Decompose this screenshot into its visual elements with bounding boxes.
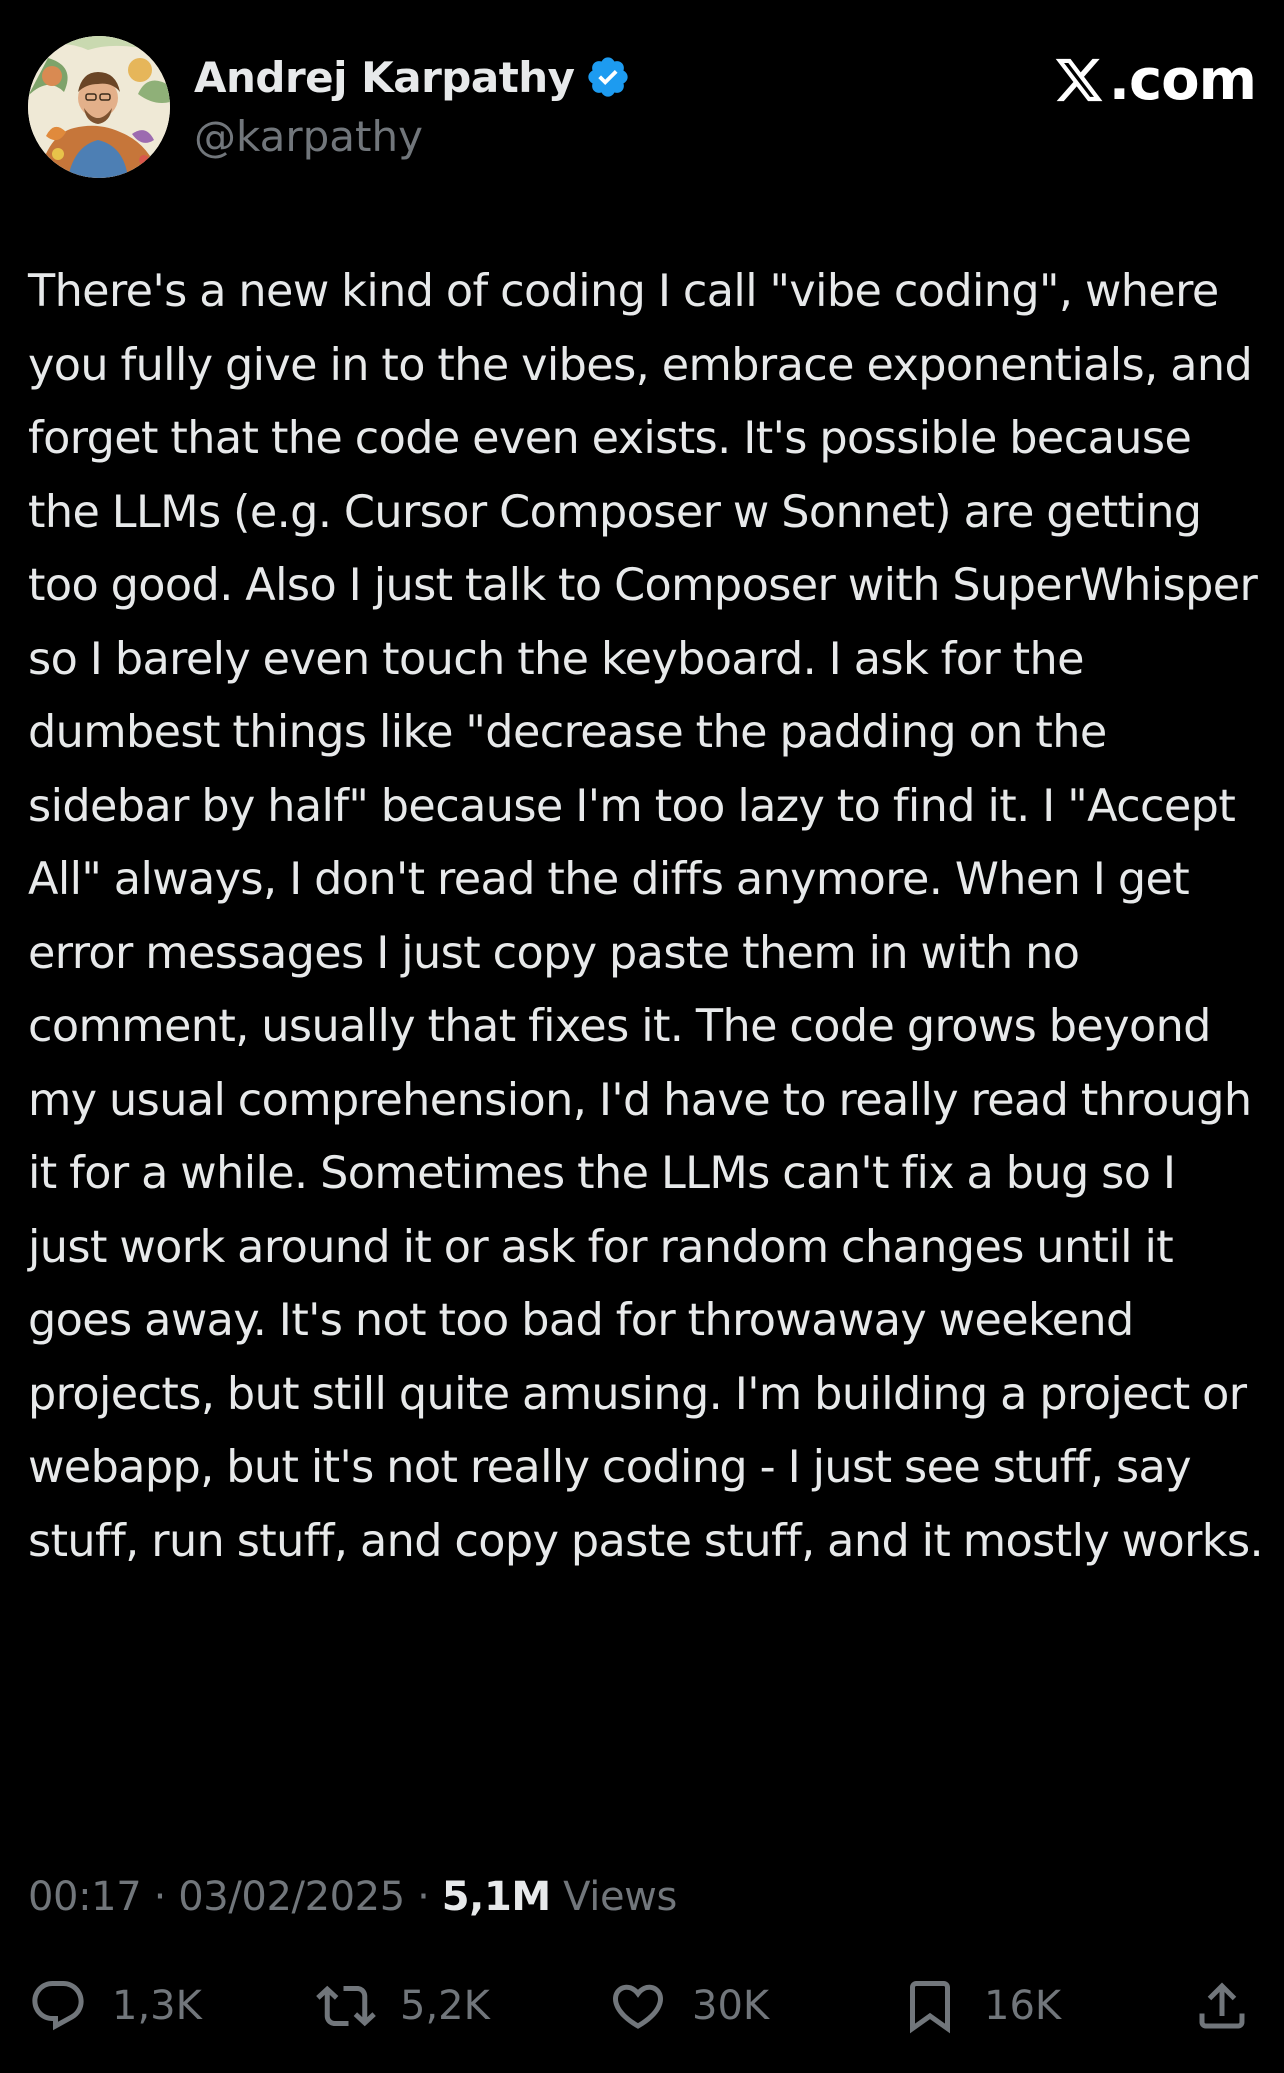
reply-button[interactable]: 1,3K [28,1974,202,2038]
tweet-body-text: There's a new kind of coding I call "vib… [28,266,1270,1567]
verified-badge-icon[interactable] [585,54,631,100]
tweet-meta: 00:17 · 03/02/2025 · 5,1M Views [28,1874,677,1920]
repost-button[interactable]: 5,2K [316,1974,490,2038]
like-button[interactable]: 30K [608,1974,769,2038]
share-button[interactable] [1192,1974,1252,2038]
author-display-name[interactable]: Andrej Karpathy [194,53,575,102]
author-handle[interactable]: @karpathy [194,112,423,161]
meta-separator: · [404,1874,442,1920]
reply-count: 1,3K [112,1983,202,2029]
tweet-actions-bar: 1,3K 5,2K 30K 16K [0,1974,1284,2038]
heart-icon [612,1984,664,2029]
share-icon [1199,1982,1245,2029]
illustrated-portrait-avatar [28,36,170,178]
bookmark-count: 16K [984,1983,1062,2029]
views-count: 5,1M [441,1874,551,1920]
reply-icon [32,1981,84,2031]
tweet-time[interactable]: 00:17 [28,1874,142,1920]
like-count: 30K [692,1983,770,2029]
brand-mark: .com [1051,47,1257,113]
tweet-header: Andrej Karpathy @karpathy .com [28,36,1257,182]
views-label: Views [550,1874,677,1920]
meta-separator: · [141,1874,179,1920]
tweet-date[interactable]: 03/02/2025 [178,1874,405,1920]
x-logo-icon [1055,58,1103,102]
brand-domain-label: .com [1108,47,1257,113]
bookmark-button[interactable]: 16K [900,1974,1061,2038]
author-name-row: Andrej Karpathy [194,50,631,104]
repost-count: 5,2K [400,1983,490,2029]
author-avatar[interactable] [28,36,170,178]
bookmark-icon [910,1981,950,2034]
repost-icon [316,1985,376,2027]
